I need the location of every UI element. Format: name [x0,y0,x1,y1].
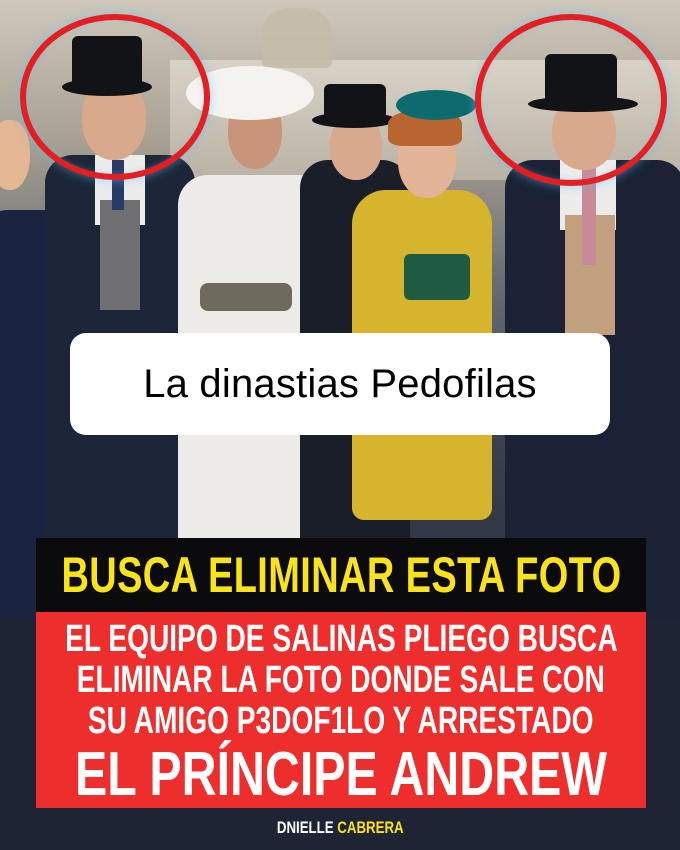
title-text: La dinastias Pedofilas [143,361,537,406]
background-photo [0,0,680,620]
headline-text: BUSCA ELIMINAR ESTA FOTO [60,547,622,603]
credit-first-name: DNIELLE [276,818,334,837]
body-line-2: ELIMINAR LA FOTO DONDE SALE CON [76,658,606,701]
highlight-text: EL PRÍNCIPE ANDREW [74,739,608,809]
red-circle-left [20,14,210,180]
crown-emblem [262,8,332,68]
headline-banner: BUSCA ELIMINAR ESTA FOTO [36,538,646,612]
body-line-3: SU AMIGO P3DOF1LO Y ARRESTADO [88,699,594,742]
credit-last-name: CABRERA [337,818,404,837]
credit: DNIELLE CABRERA [0,818,680,838]
body-line-1: EL EQUIPO DE SALINAS PLIEGO BUSCA [64,617,618,660]
title-card: La dinastias Pedofilas [70,333,610,435]
body-banner: EL EQUIPO DE SALINAS PLIEGO BUSCA ELIMIN… [36,612,646,808]
red-circle-right [475,14,667,186]
